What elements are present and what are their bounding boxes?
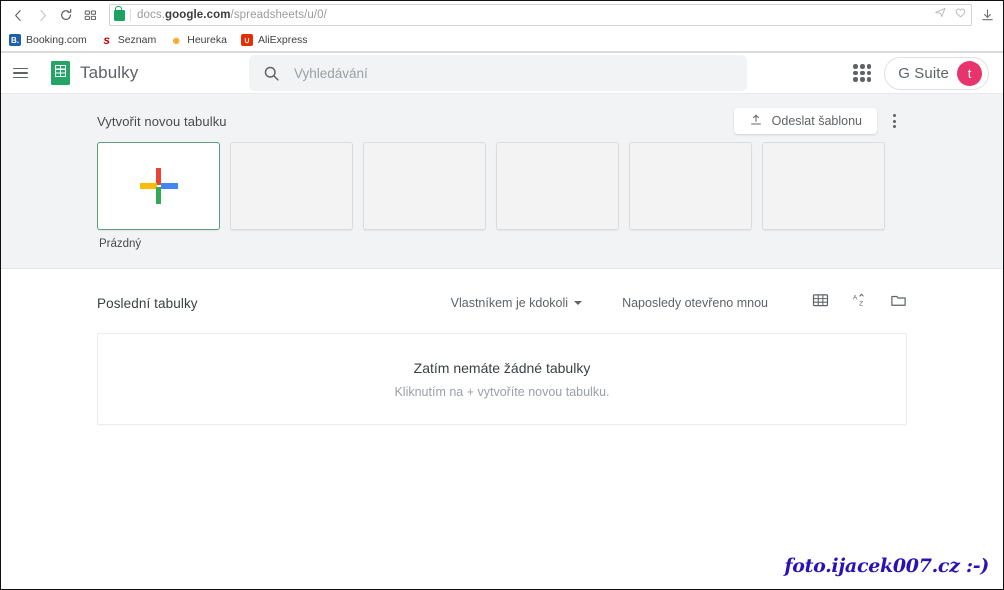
sort-label[interactable]: Naposledy otevřeno mnou (622, 296, 768, 310)
template-card-placeholder[interactable] (762, 142, 885, 230)
avatar[interactable]: t (957, 60, 982, 86)
bookmarks-bar: B. Booking.com s Seznam ◉ Heureka ∪ AliE… (1, 29, 1003, 52)
template-card-placeholder[interactable] (496, 142, 619, 230)
bookmark-label: Heureka (187, 34, 227, 46)
templates-section: Vytvořit novou tabulku Odeslat šablonu P… (1, 94, 1003, 269)
gsuite-label: G Suite (898, 64, 949, 82)
svg-text:A: A (853, 295, 858, 302)
app-header: Tabulky G Suite t (1, 53, 1003, 94)
upload-template-button[interactable]: Odeslat šablonu (733, 108, 877, 134)
url-domain: google.com (165, 9, 231, 21)
bookmark-label: Booking.com (26, 34, 87, 46)
template-card-placeholder[interactable] (230, 142, 353, 230)
heureka-icon: ◉ (170, 34, 183, 46)
booking-icon: B. (9, 34, 21, 46)
bookmark-booking[interactable]: B. Booking.com (9, 34, 87, 46)
upload-template-label: Odeslat šablonu (771, 114, 862, 128)
page-title: Tabulky (80, 63, 139, 82)
browser-window: docs.google.com/spreadsheets/u/0/ B. Boo… (0, 0, 1004, 590)
download-icon[interactable] (980, 8, 995, 23)
bookmark-seznam[interactable]: s Seznam (100, 33, 157, 47)
templates-header: Vytvořit novou tabulku Odeslat šablonu (97, 106, 907, 136)
more-vertical-icon[interactable] (881, 108, 907, 134)
omnibox-divider (130, 8, 131, 22)
header-actions: G Suite t (852, 56, 989, 90)
google-plus-icon (139, 166, 179, 206)
empty-state-title: Zatím nemáte žádné tabulky (413, 359, 591, 376)
browser-toolbar: docs.google.com/spreadsheets/u/0/ (1, 1, 1003, 29)
grid-view-icon[interactable] (812, 292, 829, 314)
lock-icon (114, 5, 125, 21)
url-path: /spreadsheets/u/0/ (230, 9, 327, 21)
omnibox-actions (928, 6, 967, 24)
bookmark-label: AliExpress (257, 34, 308, 46)
address-bar[interactable]: docs.google.com/spreadsheets/u/0/ (109, 4, 972, 26)
templates-actions: Odeslat šablonu (733, 108, 907, 134)
chevron-down-icon (574, 301, 583, 305)
recent-header: Poslední tabulky Vlastníkem je kdokoli N… (97, 287, 907, 319)
search-input[interactable] (294, 65, 733, 81)
owner-filter-dropdown[interactable]: Vlastníkem je kdokoli (450, 296, 583, 310)
recent-heading: Poslední tabulky (97, 295, 198, 311)
template-card-blank[interactable] (97, 142, 220, 230)
upload-icon (749, 113, 763, 130)
url-prefix: docs. (137, 9, 165, 21)
aliexpress-icon: ∪ (240, 34, 253, 46)
template-card-label: Prázdný (99, 238, 142, 250)
seznam-icon: s (100, 33, 113, 47)
apps-grid-icon[interactable] (79, 4, 101, 26)
browser-chrome: docs.google.com/spreadsheets/u/0/ B. Boo… (1, 1, 1003, 53)
watermark: foto.ijacek007.cz :-) (784, 555, 989, 577)
owner-filter-label: Vlastníkem je kdokoli (450, 296, 569, 310)
send-icon[interactable] (934, 6, 947, 24)
search-icon (263, 65, 280, 82)
sort-az-icon[interactable]: A Z (851, 292, 868, 314)
address-bar-url: docs.google.com/spreadsheets/u/0/ (137, 9, 327, 21)
gsuite-badge[interactable]: G Suite t (884, 56, 989, 90)
templates-heading: Vytvořit novou tabulku (97, 113, 227, 129)
search-bar[interactable] (249, 55, 747, 91)
forward-button (31, 4, 53, 26)
empty-state-subtitle: Kliknutím na + vytvoříte novou tabulku. (394, 384, 610, 399)
bookmark-aliexpress[interactable]: ∪ AliExpress (240, 34, 308, 46)
back-button[interactable] (7, 4, 29, 26)
bookmark-label: Seznam (117, 34, 157, 46)
apps-launcher-icon[interactable] (852, 63, 872, 83)
template-list: Prázdný (97, 142, 907, 250)
reload-button[interactable] (55, 4, 77, 26)
template-card-placeholder[interactable] (629, 142, 752, 230)
folder-icon[interactable] (890, 292, 907, 314)
recent-section: Poslední tabulky Vlastníkem je kdokoli N… (1, 269, 1003, 425)
view-controls: A Z (812, 292, 907, 314)
heart-icon[interactable] (954, 6, 967, 24)
hamburger-menu-icon[interactable] (13, 61, 37, 85)
empty-state-card: Zatím nemáte žádné tabulky Kliknutím na … (97, 333, 907, 425)
svg-text:Z: Z (859, 301, 863, 308)
bookmark-heureka[interactable]: ◉ Heureka (170, 34, 227, 46)
template-card-placeholder[interactable] (363, 142, 486, 230)
sheets-logo-icon (51, 61, 70, 85)
